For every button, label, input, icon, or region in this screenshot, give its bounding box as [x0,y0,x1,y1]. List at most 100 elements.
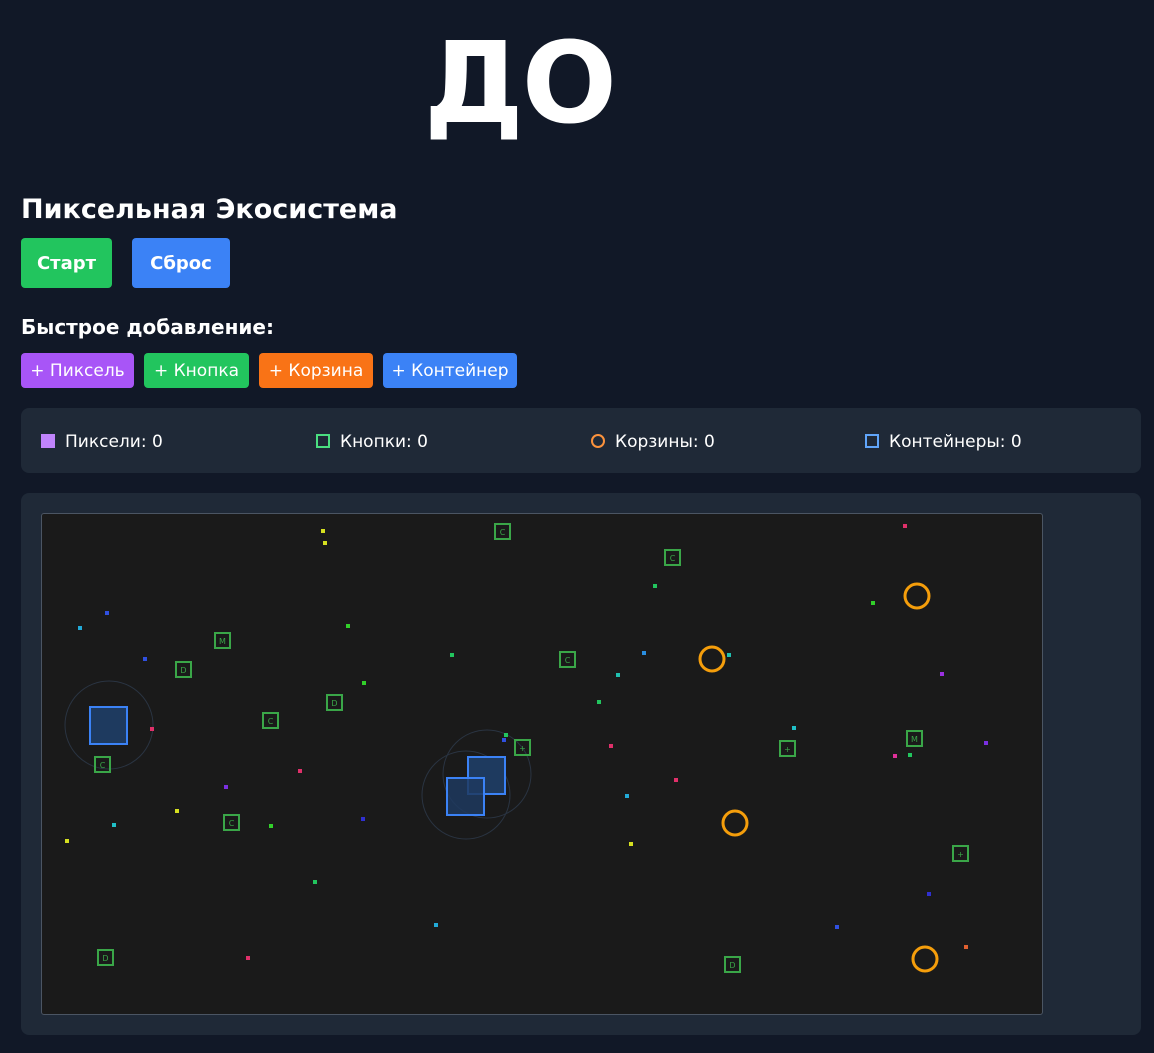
pixel-entity [984,741,988,745]
pixel-entity [450,653,454,657]
pixel-entity [642,651,646,655]
container-entity[interactable] [89,706,128,745]
add-container-button[interactable]: + Контейнер [383,353,517,388]
pixel-entity [835,925,839,929]
pixel-entity [629,842,633,846]
button-entity[interactable]: C [262,712,279,729]
pixel-entity [246,956,250,960]
pixel-entity [792,726,796,730]
pixel-entity [674,778,678,782]
button-entity[interactable]: D [175,661,192,678]
stat-pixels-label: Пиксели: 0 [65,432,163,452]
pixel-entity [927,892,931,896]
button-entity-label: D [180,666,186,675]
pixel-entity [434,923,438,927]
stat-buttons: Кнопки: 0 [316,432,428,452]
before-label: ДО [424,19,617,149]
button-entity-label: C [565,656,571,665]
pixel-entity [727,653,731,657]
button-entity-label: C [268,717,274,726]
pixel-entity [597,700,601,704]
pixel-entity [224,785,228,789]
pixel-entity [625,794,629,798]
pixel-entity [112,823,116,827]
button-entity-label: C [670,554,676,563]
pixel-entity [502,738,506,742]
pixel-entity [78,626,82,630]
basket-swatch-icon [591,434,605,448]
ecosystem-canvas[interactable]: C C M D C D C + + M C C + D D [41,513,1043,1015]
stat-containers-label: Контейнеры: 0 [889,432,1022,452]
pixel-entity [504,733,508,737]
button-entity-label: C [229,819,235,828]
pixel-entity [175,809,179,813]
button-entity-label: + [784,745,791,754]
pixel-entity [893,754,897,758]
pixel-entity [903,524,907,528]
container-entity[interactable] [446,777,485,816]
basket-entity[interactable] [903,582,931,610]
button-entity[interactable]: M [906,730,923,747]
button-entity-label: + [519,744,526,753]
container-swatch-icon [865,434,879,448]
stat-pixels: Пиксели: 0 [41,432,163,452]
basket-entity[interactable] [911,945,939,973]
button-entity[interactable]: C [223,814,240,831]
button-swatch-icon [316,434,330,448]
pixel-entity [871,601,875,605]
pixel-entity [150,727,154,731]
button-entity[interactable]: C [559,651,576,668]
button-entity-label: D [102,954,108,963]
button-entity-label: M [911,735,918,744]
pixel-entity [269,824,273,828]
button-entity[interactable]: D [97,949,114,966]
pixel-entity [313,880,317,884]
button-entity[interactable]: M [214,632,231,649]
pixel-swatch-icon [41,434,55,448]
start-button[interactable]: Старт [21,238,112,288]
pixel-entity [346,624,350,628]
button-entity-label: C [500,528,506,537]
button-entity[interactable]: C [494,523,511,540]
add-basket-button[interactable]: + Корзина [259,353,373,388]
pixel-entity [940,672,944,676]
page-title: Пиксельная Экосистема [21,194,398,225]
button-entity-label: D [729,961,735,970]
pixel-entity [143,657,147,661]
pixel-entity [361,817,365,821]
ecosystem-panel: C C M D C D C + + M C C + D D [21,493,1141,1035]
reset-button[interactable]: Сброс [132,238,230,288]
pixel-entity [616,673,620,677]
pixel-entity [65,839,69,843]
stat-buttons-label: Кнопки: 0 [340,432,428,452]
stats-panel: Пиксели: 0 Кнопки: 0 Корзины: 0 Контейне… [21,408,1141,473]
pixel-entity [298,769,302,773]
pixel-entity [323,541,327,545]
ecosystem-field: C C M D C D C + + M C C + D D [64,523,988,973]
pixel-entity [964,945,968,949]
basket-entity[interactable] [698,645,726,673]
button-entity[interactable]: D [326,694,343,711]
pixel-entity [321,529,325,533]
button-entity-label: C [100,761,106,770]
button-entity[interactable]: C [664,549,681,566]
button-entity-label: D [331,699,337,708]
add-pixel-button[interactable]: + Пиксель [21,353,134,388]
basket-entity[interactable] [721,809,749,837]
pixel-entity [362,681,366,685]
add-button-button[interactable]: + Кнопка [144,353,249,388]
stat-containers: Контейнеры: 0 [865,432,1022,452]
button-entity-label: + [957,850,964,859]
pixel-entity [609,744,613,748]
stat-baskets: Корзины: 0 [591,432,715,452]
button-entity-label: M [219,637,226,646]
pixel-entity [653,584,657,588]
pixel-entity [908,753,912,757]
button-entity[interactable]: + [952,845,969,862]
button-entity[interactable]: D [724,956,741,973]
pixel-entity [105,611,109,615]
quick-add-title: Быстрое добавление: [21,315,274,339]
stat-baskets-label: Корзины: 0 [615,432,715,452]
button-entity[interactable]: C [94,756,111,773]
button-entity[interactable]: + [779,740,796,757]
